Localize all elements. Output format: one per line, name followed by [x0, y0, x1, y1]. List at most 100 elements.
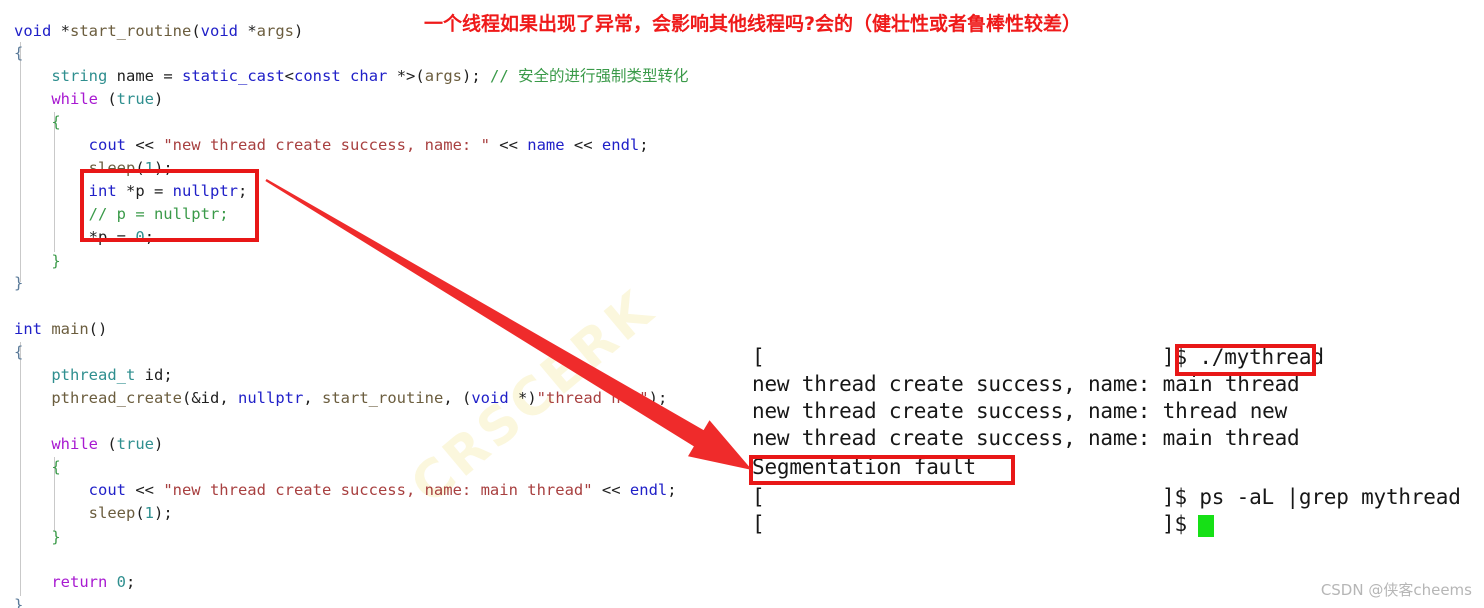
code-line: {	[14, 42, 23, 65]
code-token: )	[154, 90, 164, 108]
code-token: <	[284, 67, 295, 85]
code-token: <<	[125, 136, 164, 154]
terminal-prompt-open: [	[752, 345, 765, 369]
code-token: cout	[88, 481, 126, 499]
code-token: while	[51, 90, 98, 108]
code-token: =	[116, 228, 126, 246]
terminal-command-line: ]$ ./mythread	[1162, 345, 1324, 369]
code-token: ;	[667, 481, 677, 499]
code-token: endl	[629, 481, 668, 499]
code-token: 1	[144, 504, 155, 522]
code-token: pthread_t	[51, 366, 136, 384]
code-line: sleep(1);	[14, 157, 173, 180]
terminal-cursor	[1198, 515, 1214, 537]
code-token: );	[154, 504, 173, 522]
code-token: args	[424, 67, 463, 85]
code-token: {	[51, 458, 61, 476]
terminal-command-line: ]$ ps -aL |grep mythread	[1162, 485, 1461, 509]
code-token: "new thread create success, name: main t…	[163, 481, 593, 499]
code-token: int	[14, 320, 42, 338]
code-token: static_cast	[182, 67, 285, 85]
csdn-watermark: CSDN @侠客cheems	[1320, 581, 1472, 599]
code-token: char	[350, 67, 388, 85]
code-token: sleep	[88, 504, 136, 522]
code-token: , (	[443, 389, 472, 407]
code-token: );	[154, 159, 173, 177]
code-token: "new thread create success, name: "	[163, 136, 490, 154]
code-token: return	[51, 573, 108, 591]
code-token: *>(	[387, 67, 425, 85]
code-token: start_routine	[322, 389, 444, 407]
terminal-output-line: new thread create success, name: main th…	[752, 426, 1300, 450]
code-token: id;	[135, 366, 173, 384]
code-token: ,	[219, 389, 238, 407]
code-pane: void *start_routine(void *args){ string …	[0, 8, 740, 608]
code-token: args	[256, 22, 294, 40]
code-token: ;	[639, 136, 649, 154]
code-token: *p	[116, 182, 154, 200]
code-token: nullptr	[238, 389, 304, 407]
code-token: );	[462, 67, 491, 85]
code-token: true	[116, 435, 154, 453]
code-line: int main()	[14, 318, 107, 341]
code-token: ;	[126, 573, 136, 591]
code-line: cout << "new thread create success, name…	[14, 134, 649, 157]
code-token: string	[51, 67, 108, 85]
code-token: (	[135, 504, 145, 522]
code-token: const	[294, 67, 341, 85]
code-line: }	[14, 594, 23, 608]
terminal-output-line: Segmentation fault	[752, 455, 976, 479]
code-token: ;	[144, 228, 155, 246]
code-token: pthread_create	[51, 389, 182, 407]
code-token: *)	[508, 389, 537, 407]
code-token: =	[153, 182, 164, 200]
code-line: cout << "new thread create success, name…	[14, 479, 677, 502]
code-token: id	[200, 389, 220, 407]
code-token: <<	[489, 136, 528, 154]
code-token: )	[294, 22, 304, 40]
code-token: nullptr	[172, 182, 238, 200]
code-token: (	[135, 159, 145, 177]
code-line: // p = nullptr;	[14, 203, 229, 226]
code-token: cout	[88, 136, 126, 154]
code-line: return 0;	[14, 571, 135, 594]
code-token: (	[98, 90, 117, 108]
code-line: sleep(1);	[14, 502, 173, 525]
code-line: {	[14, 111, 60, 134]
code-token: *p	[88, 228, 117, 246]
code-token: <<	[125, 481, 164, 499]
code-token: }	[14, 596, 24, 608]
code-token: 0	[116, 573, 127, 591]
code-token: <<	[592, 481, 630, 499]
code-line: {	[14, 341, 23, 364]
code-line: }	[14, 526, 60, 549]
code-token: void	[471, 389, 509, 407]
code-token: name	[527, 136, 565, 154]
code-line: pthread_t id;	[14, 364, 173, 387]
terminal-prompt-open: [	[752, 512, 765, 536]
code-token: while	[51, 435, 98, 453]
code-token: start_routine	[70, 22, 192, 40]
code-token: ;	[238, 182, 248, 200]
code-line: while (true)	[14, 88, 163, 111]
code-token: // p = nullptr;	[88, 205, 229, 223]
code-token: (	[98, 435, 117, 453]
